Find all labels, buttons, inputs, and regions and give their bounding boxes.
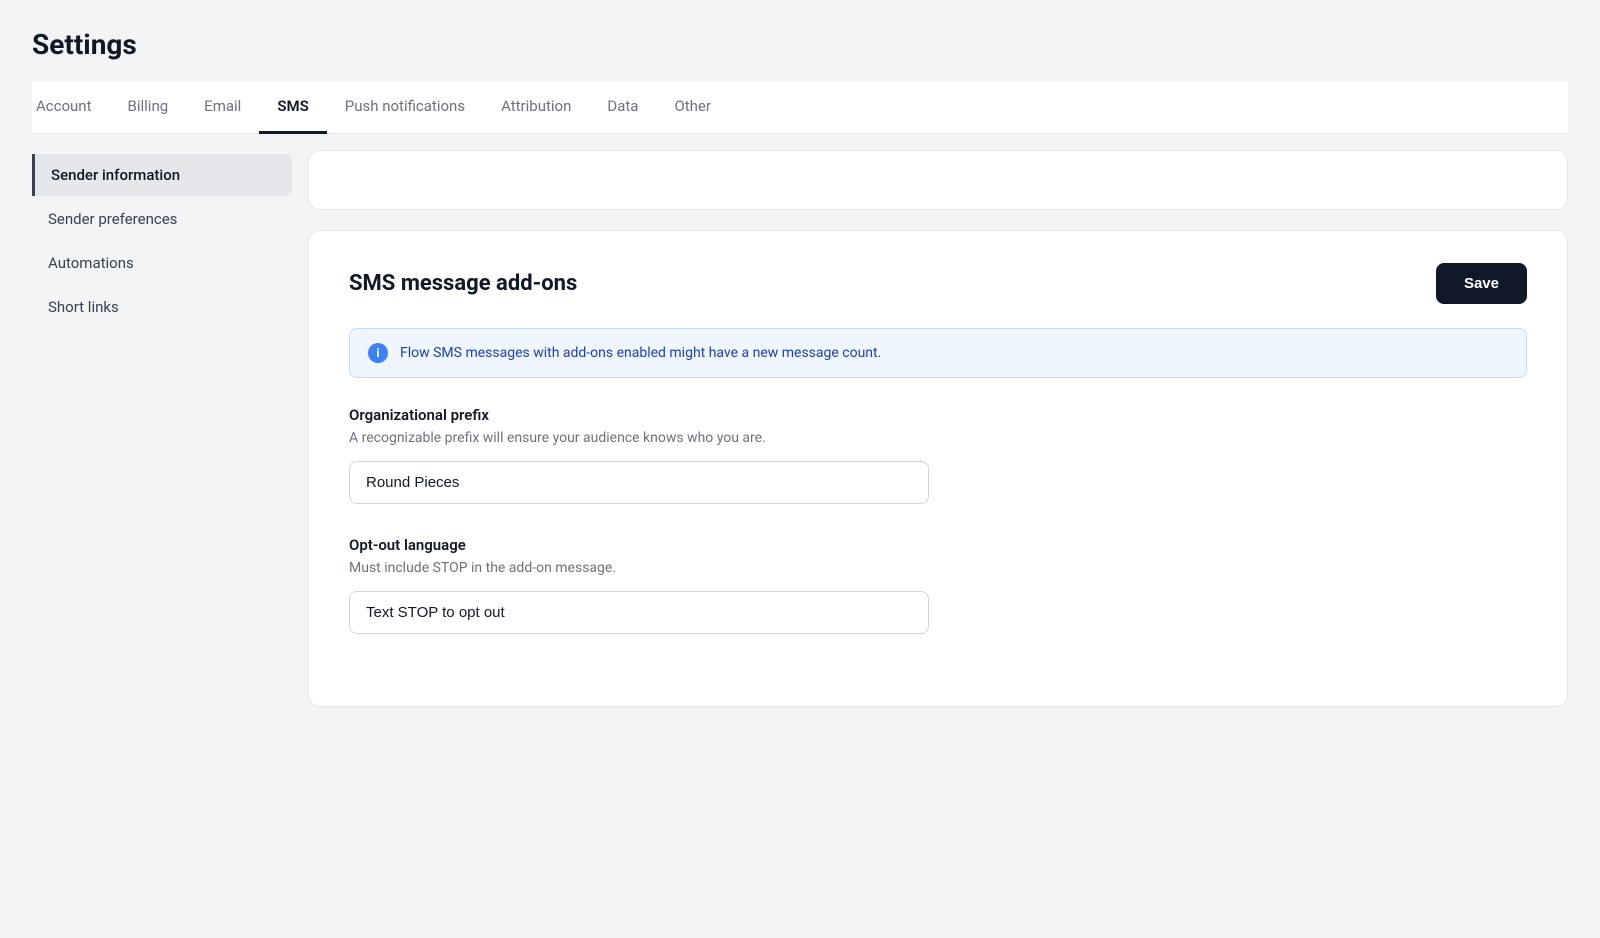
tab-email[interactable]: Email <box>186 81 259 134</box>
org-prefix-label: Organizational prefix <box>349 406 1527 424</box>
opt-out-section: Opt-out language Must include STOP in th… <box>349 536 1527 634</box>
sidebar-item-short-links[interactable]: Short links <box>32 286 292 328</box>
sidebar-item-label: Sender information <box>51 166 180 184</box>
tab-account[interactable]: Account <box>32 81 110 134</box>
top-card <box>308 150 1568 210</box>
org-prefix-section: Organizational prefix A recognizable pre… <box>349 406 1527 504</box>
sidebar-item-label: Short links <box>48 298 119 316</box>
org-prefix-description: A recognizable prefix will ensure your a… <box>349 428 1527 449</box>
org-prefix-input[interactable] <box>349 461 929 504</box>
info-banner-text: Flow SMS messages with add-ons enabled m… <box>400 345 881 361</box>
tab-sms[interactable]: SMS <box>259 81 326 134</box>
tab-push-notifications[interactable]: Push notifications <box>327 81 483 134</box>
page-title: Settings <box>32 28 1568 61</box>
info-banner: i Flow SMS messages with add-ons enabled… <box>349 328 1527 378</box>
top-nav: Account Billing Email SMS Push notificat… <box>32 81 1568 133</box>
save-button[interactable]: Save <box>1436 263 1527 304</box>
opt-out-description: Must include STOP in the add-on message. <box>349 558 1527 579</box>
sidebar-item-automations[interactable]: Automations <box>32 242 292 284</box>
card-title: SMS message add-ons <box>349 271 577 296</box>
sidebar-item-sender-preferences[interactable]: Sender preferences <box>32 198 292 240</box>
sidebar-item-label: Sender preferences <box>48 210 177 228</box>
tab-attribution[interactable]: Attribution <box>483 81 589 134</box>
tab-data[interactable]: Data <box>589 81 656 134</box>
tab-other[interactable]: Other <box>656 81 729 134</box>
opt-out-input[interactable] <box>349 591 929 634</box>
opt-out-label: Opt-out language <box>349 536 1527 554</box>
sidebar: Sender information Sender preferences Au… <box>32 150 292 759</box>
info-icon: i <box>368 343 388 363</box>
sidebar-item-label: Automations <box>48 254 134 272</box>
content-area: SMS message add-ons Save i Flow SMS mess… <box>292 150 1568 759</box>
card-header: SMS message add-ons Save <box>349 263 1527 304</box>
sidebar-item-sender-information[interactable]: Sender information <box>32 154 292 196</box>
tabs-bar: Account Billing Email SMS Push notificat… <box>32 81 1568 134</box>
tab-billing[interactable]: Billing <box>110 81 187 134</box>
sms-addons-card: SMS message add-ons Save i Flow SMS mess… <box>308 230 1568 707</box>
